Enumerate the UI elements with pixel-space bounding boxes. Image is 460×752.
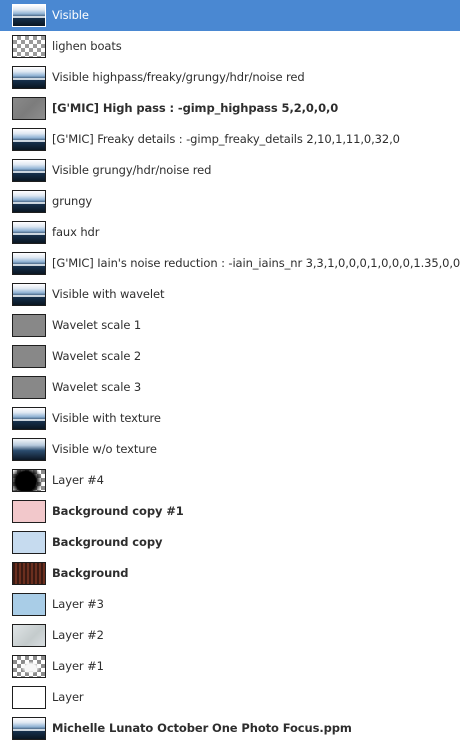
layer-thumbnail[interactable] [12, 314, 46, 337]
layer-row[interactable]: [G'MIC] Iain's noise reduction : -iain_i… [0, 248, 460, 279]
layer-name[interactable]: Layer #1 [52, 651, 104, 682]
layer-row[interactable]: Background copy [0, 527, 460, 558]
layer-thumbnail[interactable] [12, 624, 46, 647]
layer-row[interactable]: Visible w/o texture [0, 434, 460, 465]
layer-thumbnail[interactable] [12, 283, 46, 306]
layer-name[interactable]: [G'MIC] High pass : -gimp_highpass 5,2,0… [52, 93, 338, 124]
layer-row[interactable]: Michelle Lunato October One Photo Focus.… [0, 713, 460, 744]
layer-row[interactable]: [G'MIC] Freaky details : -gimp_freaky_de… [0, 124, 460, 155]
layer-row[interactable]: Visible highpass/freaky/grungy/hdr/noise… [0, 62, 460, 93]
layer-thumbnail[interactable] [12, 717, 46, 740]
layer-name[interactable]: [G'MIC] Iain's noise reduction : -iain_i… [52, 248, 460, 279]
layers-list: Visible lighen boats Visible highpass/frea… [0, 0, 460, 752]
layer-name[interactable]: Wavelet scale 2 [52, 341, 141, 372]
layer-thumbnail[interactable] [12, 438, 46, 461]
layer-thumbnail[interactable] [12, 500, 46, 523]
layer-thumbnail[interactable] [12, 97, 46, 120]
layer-name[interactable]: Visible [52, 0, 89, 31]
layer-row[interactable]: grungy [0, 186, 460, 217]
layer-thumbnail[interactable] [12, 190, 46, 213]
layer-thumbnail[interactable] [12, 252, 46, 275]
layer-thumbnail[interactable] [12, 593, 46, 616]
layer-name[interactable]: Visible with wavelet [52, 279, 164, 310]
layer-name[interactable]: lighen boats [52, 31, 122, 62]
layer-thumbnail[interactable] [12, 562, 46, 585]
layer-thumbnail[interactable] [12, 655, 46, 678]
layer-thumbnail[interactable] [12, 221, 46, 244]
layer-thumbnail[interactable] [12, 128, 46, 151]
layer-name[interactable]: Visible w/o texture [52, 434, 157, 465]
layer-row[interactable]: Wavelet scale 1 [0, 310, 460, 341]
layer-name[interactable]: Layer #4 [52, 465, 104, 496]
layer-name[interactable]: Background [52, 558, 129, 589]
layer-row[interactable]: Layer #2 [0, 620, 460, 651]
layer-row[interactable]: Layer #4 [0, 465, 460, 496]
layer-row[interactable]: Visible with texture [0, 403, 460, 434]
layer-thumbnail[interactable] [12, 66, 46, 89]
layer-row[interactable]: Visible [0, 0, 460, 31]
layer-row[interactable]: faux hdr [0, 217, 460, 248]
layer-thumbnail[interactable] [12, 376, 46, 399]
layer-name[interactable]: Layer #2 [52, 620, 104, 651]
layer-name[interactable]: Visible with texture [52, 403, 161, 434]
layer-thumbnail[interactable] [12, 407, 46, 430]
layer-thumbnail[interactable] [12, 345, 46, 368]
layer-thumbnail[interactable] [12, 531, 46, 554]
layer-thumbnail[interactable] [12, 4, 46, 27]
layer-name[interactable]: Michelle Lunato October One Photo Focus.… [52, 713, 352, 744]
layer-row[interactable]: [G'MIC] High pass : -gimp_highpass 5,2,0… [0, 93, 460, 124]
layer-name[interactable]: Background copy [52, 527, 162, 558]
layer-row[interactable]: Background [0, 558, 460, 589]
layer-row[interactable]: lighen boats [0, 31, 460, 62]
layer-name[interactable]: Layer [52, 682, 84, 713]
layer-row[interactable]: Background copy #1 [0, 496, 460, 527]
layer-thumbnail[interactable] [12, 686, 46, 709]
layer-row[interactable]: Layer #1 [0, 651, 460, 682]
layer-name[interactable]: Wavelet scale 1 [52, 310, 141, 341]
layer-thumbnail[interactable] [12, 35, 46, 58]
layer-row[interactable]: Wavelet scale 3 [0, 372, 460, 403]
layer-thumbnail[interactable] [12, 469, 46, 492]
layer-name[interactable]: Layer #3 [52, 589, 104, 620]
layer-thumbnail[interactable] [12, 159, 46, 182]
layer-row[interactable]: Layer #3 [0, 589, 460, 620]
layer-row[interactable]: Wavelet scale 2 [0, 341, 460, 372]
layer-name[interactable]: Background copy #1 [52, 496, 184, 527]
layer-name[interactable]: Visible grungy/hdr/noise red [52, 155, 211, 186]
layer-row[interactable]: Visible with wavelet [0, 279, 460, 310]
layer-name[interactable]: faux hdr [52, 217, 99, 248]
layer-name[interactable]: [G'MIC] Freaky details : -gimp_freaky_de… [52, 124, 400, 155]
layer-name[interactable]: grungy [52, 186, 92, 217]
layer-row[interactable]: Visible grungy/hdr/noise red [0, 155, 460, 186]
layer-name[interactable]: Visible highpass/freaky/grungy/hdr/noise… [52, 62, 305, 93]
layer-name[interactable]: Wavelet scale 3 [52, 372, 141, 403]
layer-row[interactable]: Layer [0, 682, 460, 713]
